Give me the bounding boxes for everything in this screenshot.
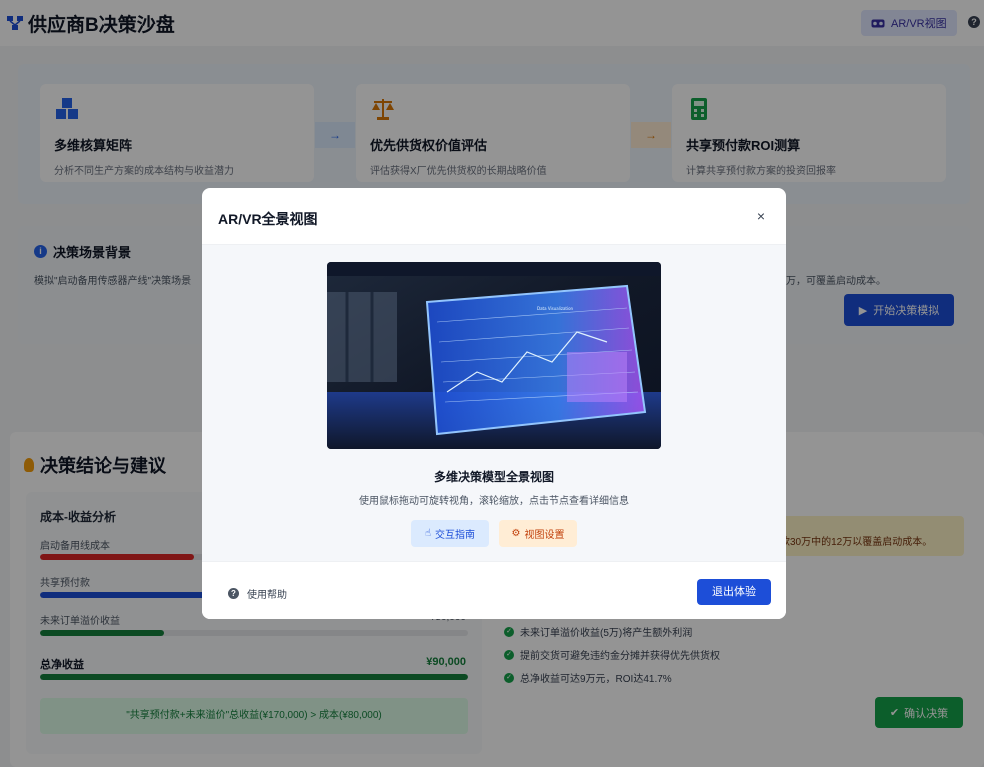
panorama-render: Data Visualization	[327, 262, 661, 449]
exit-experience-button[interactable]: 退出体验	[697, 579, 771, 605]
help-link-label: 使用帮助	[247, 590, 287, 601]
modal-body: Data Visualization 多维决策模型全景视图 使用鼠标拖动可旋转视…	[202, 245, 786, 561]
help-link[interactable]: ? 使用帮助	[228, 586, 287, 601]
arvr-modal: AR/VR全景视图 × Data Visualization 多维决策模型全景视…	[202, 188, 786, 619]
view-settings-label: 视图设置	[524, 530, 565, 541]
interaction-guide-button[interactable]: ☝ 交互指南	[411, 520, 489, 547]
modal-title: AR/VR全景视图	[218, 211, 318, 227]
panorama-image[interactable]: Data Visualization	[327, 262, 661, 449]
model-title: 多维决策模型全景视图	[433, 470, 554, 484]
model-desc: 使用鼠标拖动可旋转视角，滚轮缩放，点击节点查看详细信息	[359, 496, 629, 507]
view-settings-button[interactable]: ⚙ 视图设置	[499, 520, 577, 547]
interaction-guide-label: 交互指南	[435, 530, 476, 541]
hand-pointer-icon: ☝	[424, 528, 432, 539]
question-icon: ?	[228, 588, 239, 599]
close-icon[interactable]: ×	[754, 209, 768, 223]
modal-footer: ? 使用帮助 退出体验	[202, 561, 786, 619]
screen-label: Data Visualization	[537, 306, 574, 311]
gear-icon: ⚙	[511, 528, 521, 539]
modal-header: AR/VR全景视图 ×	[202, 188, 786, 245]
